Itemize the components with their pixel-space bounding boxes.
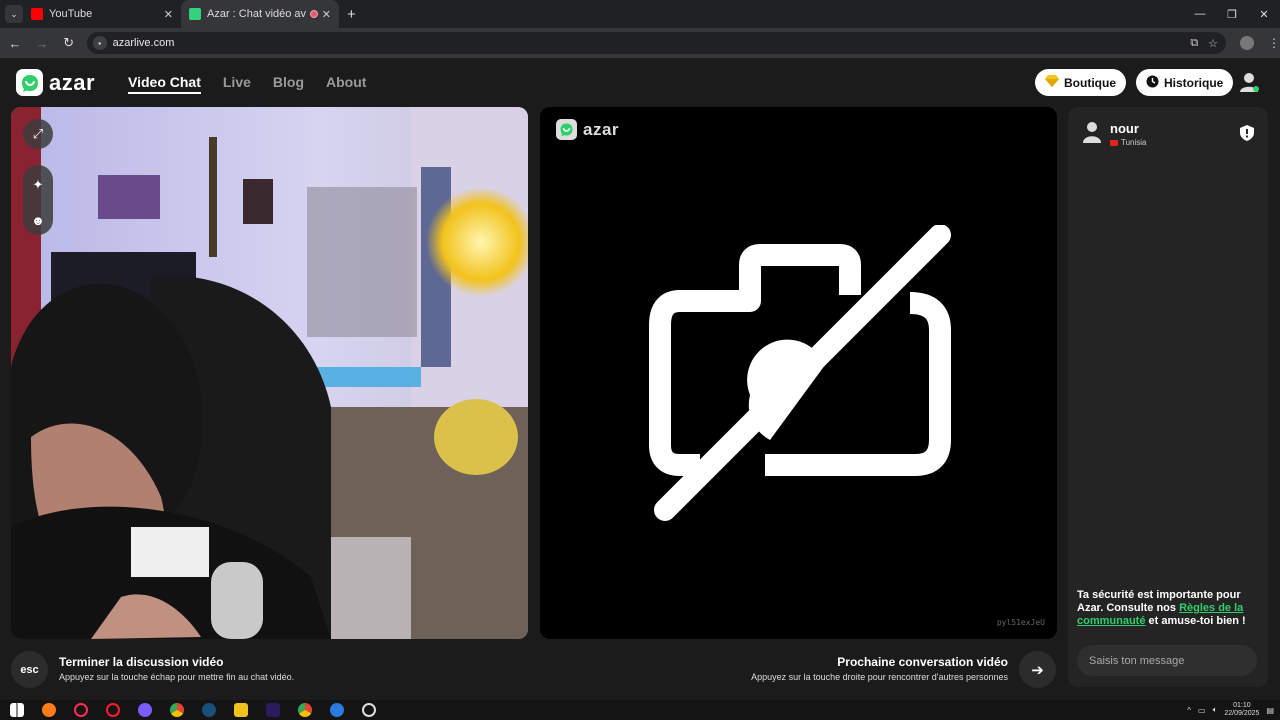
browser-menu-icon[interactable]: ⋮ (1268, 36, 1280, 50)
restore-icon[interactable]: ❐ (1216, 0, 1248, 28)
next-chat-button[interactable]: ➔ (1019, 651, 1056, 688)
steam-icon[interactable] (202, 703, 216, 717)
peer-watermark-logo: azar (556, 119, 619, 140)
end-chat-button[interactable]: esc (11, 651, 48, 688)
install-app-icon[interactable]: ⧉ (1190, 37, 1198, 50)
historique-label: Historique (1164, 75, 1224, 90)
clock-icon (1146, 75, 1159, 91)
clock-date: 22/09/2025 (1224, 710, 1260, 717)
site-info-icon[interactable]: ▪ (92, 36, 107, 50)
close-tab-icon[interactable]: ✕ (164, 8, 173, 21)
nav-blog[interactable]: Blog (273, 74, 304, 94)
opera-icon[interactable] (106, 703, 120, 717)
opera-gx-icon[interactable] (74, 703, 88, 717)
browser-tab-bar: ⌄ YouTube ✕ Azar : Chat vidéo avec de n … (0, 0, 1280, 28)
tab-title: Azar : Chat vidéo avec de n (207, 8, 306, 20)
effects-sparkle-icon[interactable]: ✦ (23, 170, 53, 200)
bookmark-star-icon[interactable]: ☆ (1208, 37, 1218, 50)
boutique-label: Boutique (1064, 75, 1116, 90)
volume-icon[interactable]: 🔈︎ (1213, 705, 1218, 715)
tab-youtube[interactable]: YouTube ✕ (23, 0, 181, 28)
premiere-pro-icon[interactable] (266, 703, 280, 717)
azar-logo-icon (556, 119, 577, 140)
brand-name: azar (49, 69, 96, 95)
safety-text-end: et amuse-toi bien ! (1145, 615, 1246, 627)
chat-panel: nour Tunisia Ta sécurité est importante … (1068, 107, 1268, 687)
peer-session-id: pyl51exJeU (996, 618, 1045, 627)
app-header: azar Video Chat Live Blog About Boutique… (0, 58, 1280, 106)
url-input[interactable]: ▪ azarlive.com ⧉ ☆ (86, 32, 1227, 54)
chrome-active-icon[interactable] (170, 703, 184, 717)
peer-username: nour (1110, 121, 1139, 136)
firefox-icon[interactable] (42, 703, 56, 717)
next-chat-hint: Appuyez sur la touche droite pour rencon… (751, 672, 1008, 682)
gem-icon (1045, 75, 1059, 90)
window-controls: — ❐ ✕ (1184, 0, 1280, 28)
obs-icon[interactable] (362, 703, 376, 717)
tab-search-icon[interactable]: ⌄ (5, 5, 23, 23)
youtube-icon (31, 8, 43, 20)
reload-icon[interactable]: ↻ (57, 31, 81, 55)
remote-video-view: azar pyl51exJeU (540, 107, 1057, 639)
app-blue-icon[interactable] (330, 703, 344, 717)
new-tab-button[interactable]: + (347, 6, 356, 23)
azar-favicon-icon (189, 8, 201, 20)
messenger-icon[interactable] (138, 703, 152, 717)
country-name: Tunisia (1121, 138, 1147, 147)
azar-logo-icon (16, 69, 43, 96)
chrome-icon[interactable] (298, 703, 312, 717)
close-window-icon[interactable]: ✕ (1248, 0, 1280, 28)
minimize-icon[interactable]: — (1184, 0, 1216, 28)
network-icon[interactable]: ▭ (1198, 706, 1206, 715)
profile-avatar-icon[interactable] (1240, 36, 1254, 50)
peer-country: Tunisia (1110, 138, 1147, 147)
peer-profile[interactable]: nour Tunisia (1082, 121, 1147, 147)
windows-start-icon[interactable] (10, 703, 24, 717)
historique-button[interactable]: Historique (1136, 69, 1234, 96)
face-filter-icon[interactable]: ☻ (23, 205, 53, 235)
address-bar-row: ← → ↻ ▪ azarlive.com ⧉ ☆ ⋮ (0, 28, 1280, 58)
end-chat-title: Terminer la discussion vidéo (59, 655, 224, 669)
notifications-icon[interactable]: ▤ (1266, 706, 1274, 715)
safety-notice: Ta sécurité est importante pour Azar. Co… (1077, 589, 1263, 628)
next-chat-title: Prochaine conversation vidéo (837, 655, 1008, 669)
arrow-right-icon: ➔ (1031, 661, 1044, 679)
boutique-button[interactable]: Boutique (1035, 69, 1126, 96)
system-clock[interactable]: 01:10 22/09/2025 (1224, 702, 1259, 718)
system-tray: ^ ▭ 🔈︎ 01:10 22/09/2025 ▤ (1187, 700, 1274, 720)
camera-off-icon (649, 225, 951, 521)
message-input[interactable] (1077, 645, 1257, 676)
back-icon[interactable]: ← (3, 31, 27, 55)
file-explorer-icon[interactable] (234, 703, 248, 717)
close-tab-icon[interactable]: ✕ (322, 8, 331, 21)
local-camera-view: ⤢ ✦ ☻ (11, 107, 528, 639)
user-avatar-icon (1083, 122, 1101, 143)
main-nav: Video Chat Live Blog About (128, 74, 366, 94)
user-avatar-icon[interactable] (1238, 71, 1260, 93)
tunisia-flag-icon (1110, 139, 1118, 146)
nav-video-chat[interactable]: Video Chat (128, 74, 201, 94)
report-shield-icon[interactable] (1240, 125, 1254, 146)
expand-view-icon[interactable]: ⤢ (23, 119, 53, 149)
os-taskbar: ^ ▭ 🔈︎ 01:10 22/09/2025 ▤ (0, 700, 1280, 720)
azar-logo[interactable]: azar (16, 69, 95, 96)
recording-indicator-icon (309, 10, 318, 18)
clock-time: 01:10 (1233, 702, 1251, 709)
camera-feed-image (11, 107, 528, 639)
nav-live[interactable]: Live (223, 74, 251, 94)
tab-title: YouTube (49, 8, 93, 20)
nav-about[interactable]: About (326, 74, 366, 94)
url-text: azarlive.com (112, 37, 175, 49)
tab-azar[interactable]: Azar : Chat vidéo avec de n ✕ (181, 0, 339, 28)
end-chat-hint: Appuyez sur la touche échap pour mettre … (59, 672, 295, 682)
forward-icon[interactable]: → (30, 31, 54, 55)
peer-brand-name: azar (583, 119, 620, 139)
tray-chevron-icon[interactable]: ^ (1187, 706, 1191, 715)
